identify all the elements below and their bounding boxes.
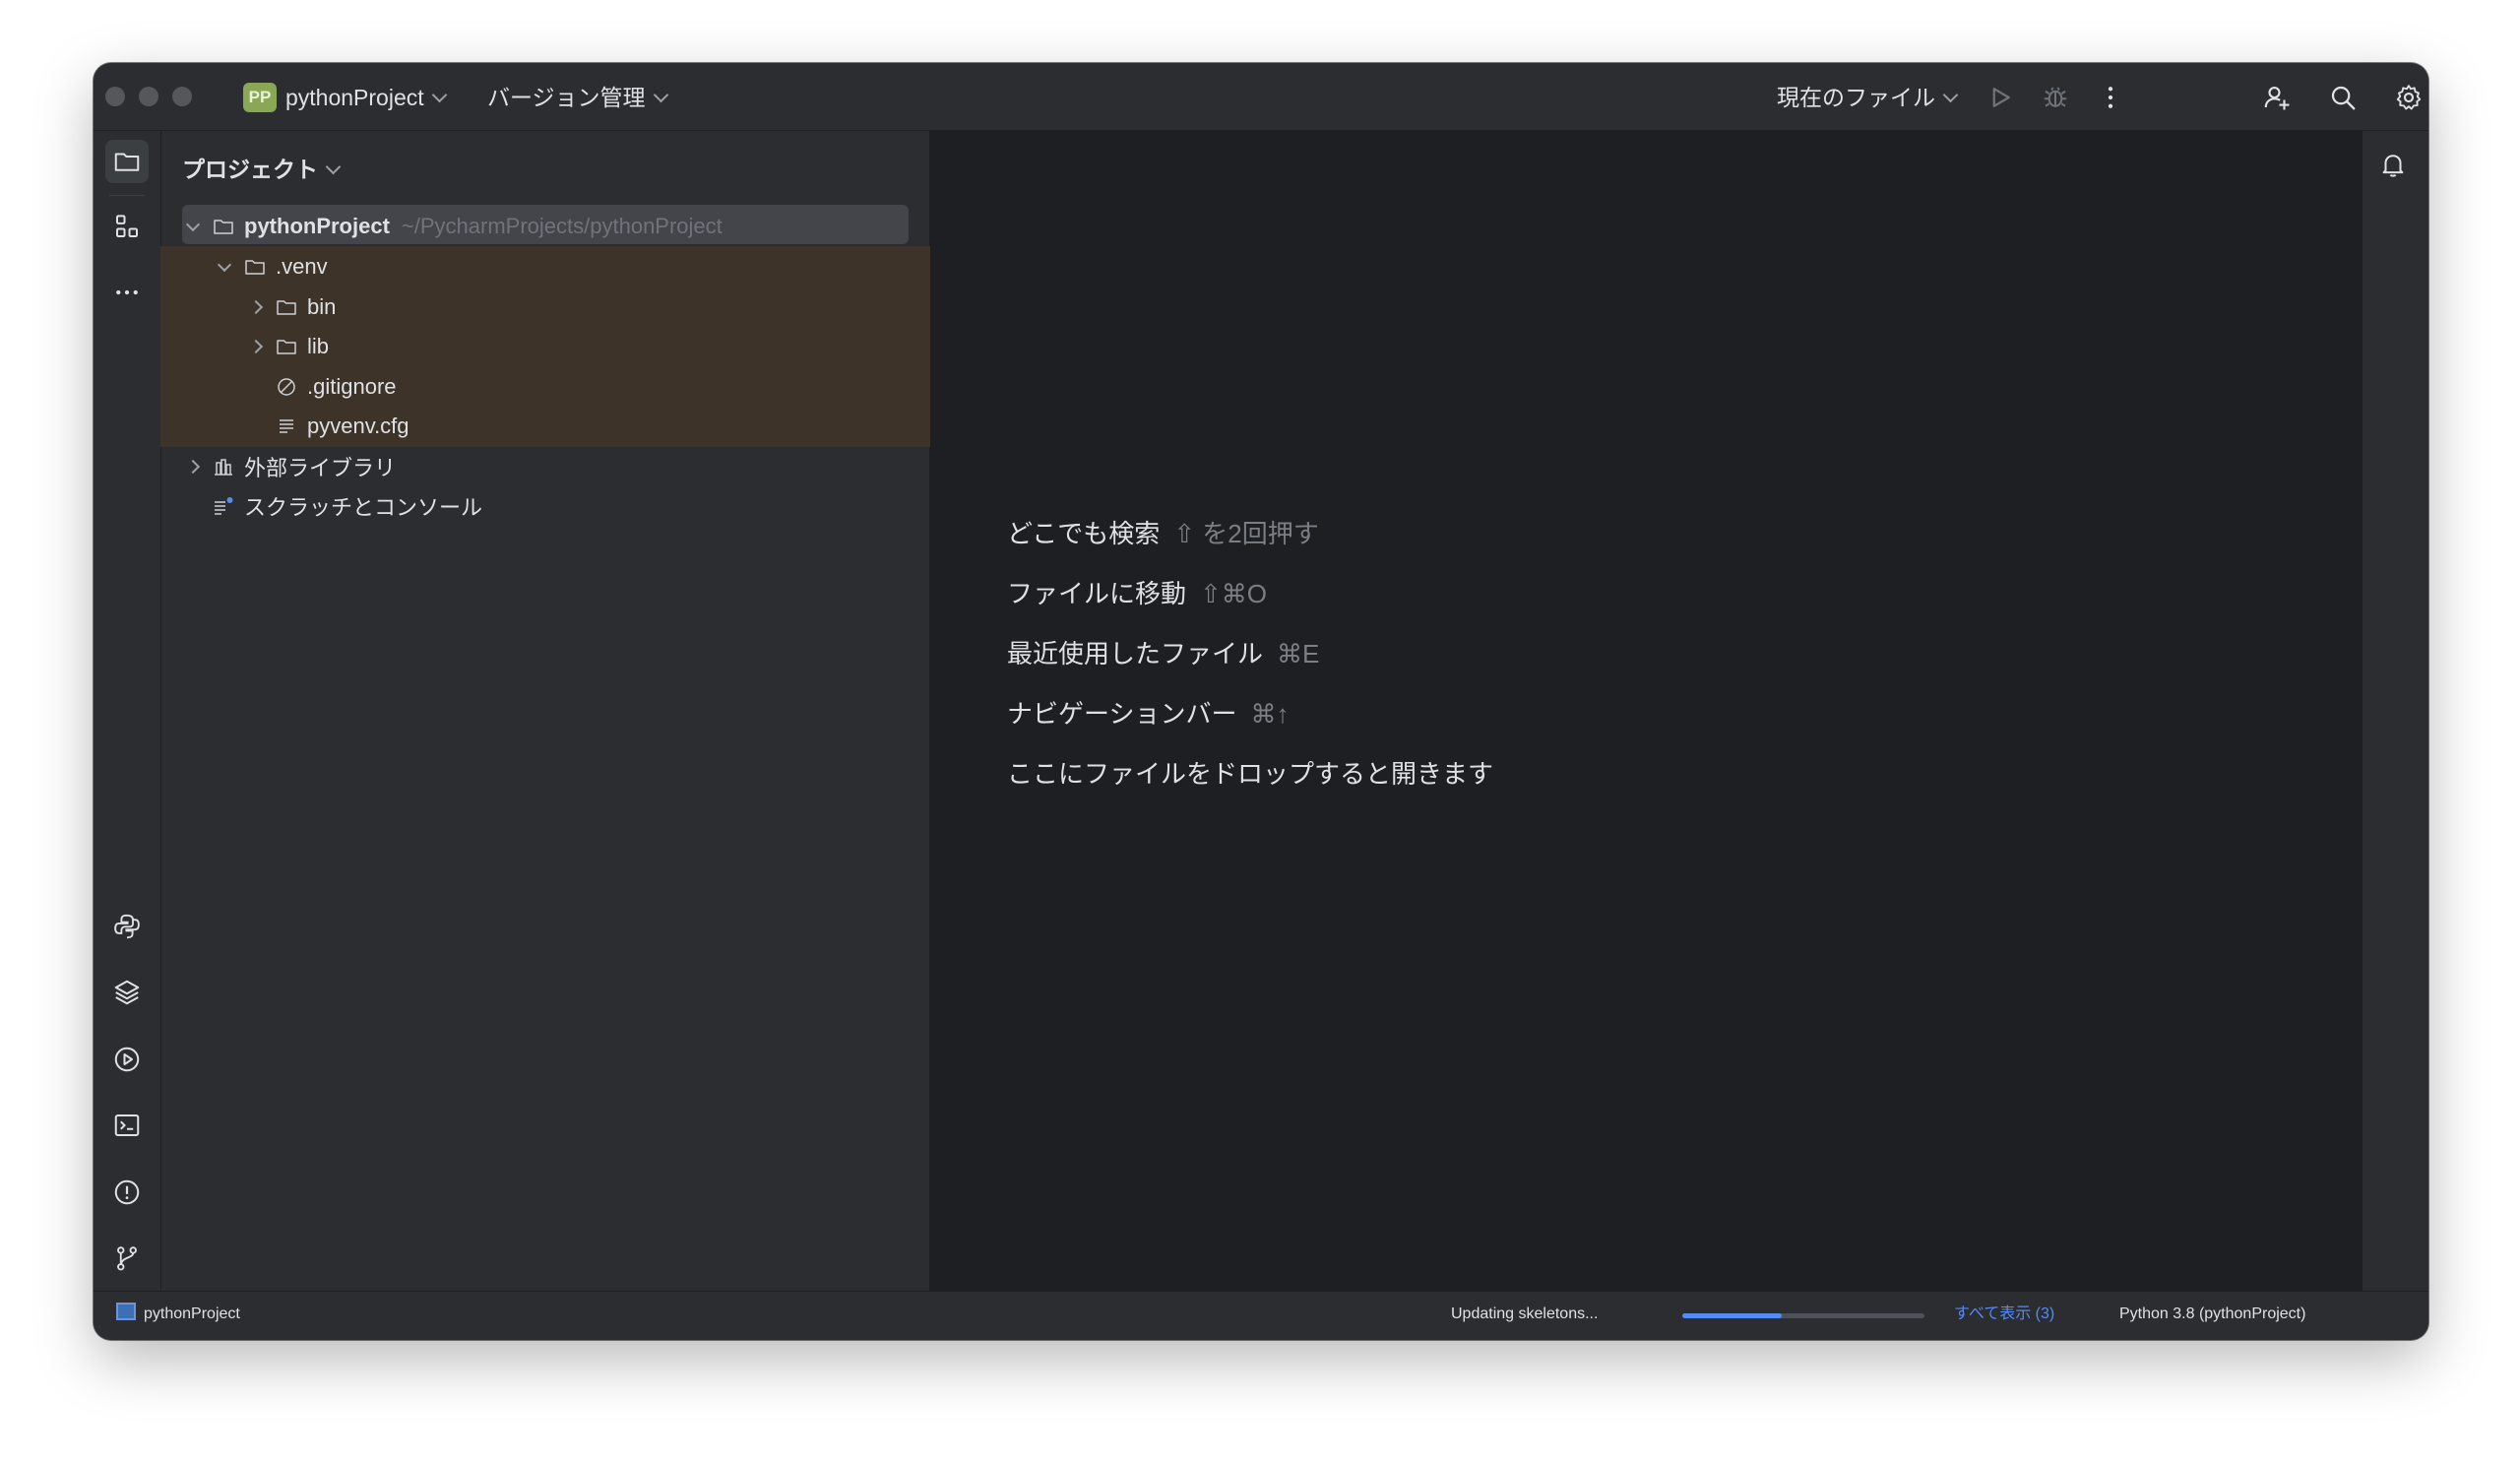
- pyvenv-label: pyvenv.cfg: [307, 414, 410, 438]
- tree-item-bin[interactable]: bin: [246, 287, 336, 327]
- hint-navigation-bar: ナビゲーションバー ⌘↑: [1007, 694, 1289, 731]
- strip-divider: [109, 195, 145, 196]
- vcs-menu[interactable]: バージョン管理: [487, 83, 668, 112]
- project-root-path: ~/PycharmProjects/pythonProject: [401, 214, 723, 238]
- external-libs-label: 外部ライブラリ: [244, 456, 397, 480]
- status-project[interactable]: pythonProject: [116, 1300, 240, 1329]
- tree-item-project-root[interactable]: pythonProject ~/PycharmProjects/pythonPr…: [183, 207, 723, 246]
- debug-icon[interactable]: [2039, 81, 2072, 114]
- zoom-window-button[interactable]: [172, 87, 192, 106]
- run-config-selector[interactable]: 現在のファイル: [1777, 83, 1959, 112]
- left-tool-strip: [94, 131, 161, 1291]
- python-console-icon[interactable]: [105, 905, 149, 948]
- problems-icon[interactable]: [105, 1171, 149, 1214]
- tree-item-lib[interactable]: lib: [246, 327, 329, 366]
- chevron-down-icon: [431, 87, 447, 103]
- chevron-down-icon: [653, 87, 668, 103]
- tree-item-scratches[interactable]: スクラッチとコンソール: [211, 486, 482, 526]
- minimize-window-button[interactable]: [139, 87, 158, 106]
- run-icon[interactable]: [1984, 81, 2017, 114]
- folder-icon: [211, 214, 236, 239]
- settings-icon[interactable]: [2392, 81, 2426, 114]
- folder-icon: [274, 334, 299, 359]
- hint-label: ナビゲーションバー: [1007, 699, 1237, 729]
- tree-item-external-libraries[interactable]: 外部ライブラリ: [183, 447, 396, 486]
- chevron-down-icon[interactable]: [215, 257, 234, 277]
- gitignore-label: .gitignore: [307, 374, 397, 399]
- project-root-name: pythonProject: [244, 214, 390, 238]
- progress-bar: [1682, 1313, 1924, 1318]
- structure-icon[interactable]: [105, 205, 149, 248]
- project-badge: PP: [243, 83, 277, 112]
- folder-icon: [242, 254, 268, 280]
- hint-shortcut: ⌘↑: [1250, 699, 1290, 729]
- hint-label: ファイルに移動: [1007, 579, 1187, 608]
- hint-go-to-file: ファイルに移動 ⇧⌘O: [1007, 574, 1267, 610]
- terminal-icon[interactable]: [105, 1104, 149, 1147]
- project-name: pythonProject: [285, 85, 424, 110]
- chevron-down-icon: [1942, 87, 1959, 103]
- interpreter-selector[interactable]: Python 3.8 (pythonProject): [2119, 1300, 2305, 1329]
- library-icon: [211, 454, 236, 479]
- hint-shortcut: ⌘E: [1277, 639, 1320, 668]
- scratches-label: スクラッチとコンソール: [244, 495, 483, 520]
- git-icon[interactable]: [105, 1237, 149, 1280]
- ignored-file-icon: [274, 374, 299, 400]
- tree-item-gitignore[interactable]: .gitignore: [274, 367, 397, 407]
- hint-shortcut: ⇧ を2回押す: [1173, 519, 1319, 548]
- status-project-label: pythonProject: [144, 1305, 240, 1322]
- chevron-right-icon[interactable]: [183, 457, 203, 477]
- services-icon[interactable]: [105, 1038, 149, 1081]
- chevron-right-icon[interactable]: [246, 337, 266, 356]
- search-icon[interactable]: [2326, 81, 2360, 114]
- hint-recent-files: 最近使用したファイル ⌘E: [1007, 634, 1319, 670]
- progress-fill: [1682, 1313, 1782, 1318]
- hint-shortcut: ⇧⌘O: [1200, 579, 1268, 608]
- scratches-icon: [211, 493, 236, 519]
- add-user-icon[interactable]: [2260, 81, 2294, 114]
- tree-item-pyvenv[interactable]: pyvenv.cfg: [274, 407, 410, 446]
- lib-label: lib: [307, 334, 330, 358]
- vcs-label: バージョン管理: [487, 85, 646, 110]
- title-bar: PP pythonProject バージョン管理 現在のファイル: [94, 63, 2428, 131]
- status-bar: [94, 1291, 2428, 1340]
- hint-drop-files: ここにファイルをドロップすると開きます: [1007, 754, 1493, 791]
- right-tool-strip: [2362, 131, 2428, 1291]
- tree-item-venv[interactable]: .venv: [215, 247, 328, 286]
- hint-label: 最近使用したファイル: [1007, 639, 1264, 668]
- project-panel-title[interactable]: プロジェクト: [182, 151, 342, 184]
- status-task: Updating skeletons...: [1451, 1305, 1599, 1322]
- chevron-down-icon: [325, 159, 342, 175]
- notifications-icon[interactable]: [2373, 145, 2413, 184]
- panel-title-label: プロジェクト: [182, 157, 318, 182]
- chevron-right-icon[interactable]: [246, 297, 266, 317]
- hint-search-everywhere: どこでも検索 ⇧ を2回押す: [1007, 514, 1319, 550]
- project-module-icon: [116, 1303, 136, 1320]
- venv-label: .venv: [276, 254, 328, 279]
- hint-label: どこでも検索: [1007, 519, 1161, 548]
- folder-icon: [274, 294, 299, 320]
- layers-icon[interactable]: [105, 971, 149, 1014]
- run-config-label: 現在のファイル: [1777, 85, 1935, 110]
- show-all-link[interactable]: すべて表示 (3): [1954, 1300, 2054, 1329]
- more-horizontal-icon[interactable]: [105, 271, 149, 314]
- chevron-down-icon[interactable]: [183, 217, 203, 236]
- bin-label: bin: [307, 294, 337, 319]
- text-file-icon: [274, 414, 299, 439]
- project-switcher[interactable]: pythonProject: [285, 83, 447, 112]
- folder-icon[interactable]: [105, 140, 149, 183]
- more-vertical-icon[interactable]: [2094, 81, 2127, 114]
- close-window-button[interactable]: [105, 87, 125, 106]
- hint-label: ここにファイルをドロップすると開きます: [1007, 759, 1494, 789]
